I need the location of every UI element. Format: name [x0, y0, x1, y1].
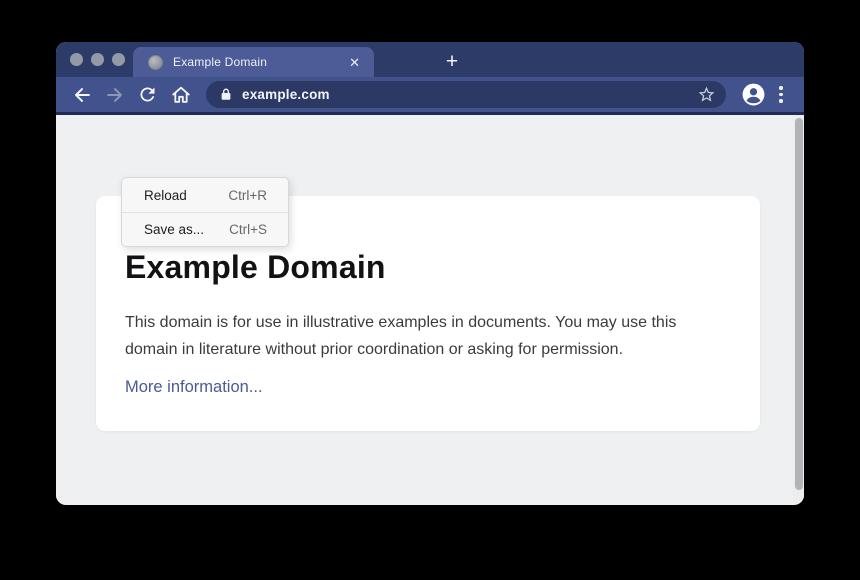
menu-item-shortcut: Ctrl+R — [228, 188, 267, 203]
page-title: Example Domain — [125, 249, 730, 286]
tab-close-icon[interactable]: ✕ — [347, 54, 362, 71]
tab-title: Example Domain — [173, 55, 337, 69]
context-menu: Reload Ctrl+R Save as... Ctrl+S — [121, 177, 289, 247]
home-button[interactable] — [165, 80, 196, 110]
close-window-button[interactable] — [70, 53, 83, 66]
home-icon — [170, 84, 192, 106]
dot — [779, 86, 783, 90]
forward-arrow-icon — [104, 84, 126, 106]
scrollbar-track[interactable] — [793, 115, 804, 502]
reload-icon — [137, 84, 158, 105]
page-paragraph: This domain is for use in illustrative e… — [125, 309, 710, 363]
address-bar[interactable]: example.com — [206, 81, 726, 108]
browser-window: Example Domain ✕ + — [56, 42, 804, 505]
page-viewport: Example Domain This domain is for use in… — [56, 115, 804, 502]
url-text[interactable]: example.com — [242, 87, 688, 102]
window-controls — [70, 53, 125, 66]
forward-button[interactable] — [99, 80, 130, 110]
lock-icon — [219, 87, 233, 102]
avatar-icon — [741, 82, 766, 107]
context-menu-item-reload[interactable]: Reload Ctrl+R — [122, 178, 288, 212]
maximize-window-button[interactable] — [112, 53, 125, 66]
profile-button[interactable] — [738, 80, 768, 110]
new-tab-button[interactable]: + — [439, 49, 465, 75]
back-button[interactable] — [66, 80, 97, 110]
reload-button[interactable] — [132, 80, 163, 110]
back-arrow-icon — [71, 84, 93, 106]
browser-toolbar: example.com — [56, 77, 804, 115]
more-information-link[interactable]: More information... — [125, 378, 263, 397]
menu-item-shortcut: Ctrl+S — [229, 222, 267, 237]
scrollbar-thumb[interactable] — [795, 118, 803, 490]
titlebar: Example Domain ✕ + — [56, 42, 804, 77]
browser-tab[interactable]: Example Domain ✕ — [133, 47, 374, 77]
context-menu-item-save-as[interactable]: Save as... Ctrl+S — [122, 212, 288, 246]
menu-item-label: Save as... — [144, 222, 204, 237]
tab-favicon-icon — [148, 55, 163, 70]
menu-item-label: Reload — [144, 188, 187, 203]
bookmark-star-icon[interactable] — [697, 85, 716, 104]
browser-menu-button[interactable] — [770, 80, 792, 110]
dot — [779, 99, 783, 103]
minimize-window-button[interactable] — [91, 53, 104, 66]
dot — [779, 93, 783, 97]
